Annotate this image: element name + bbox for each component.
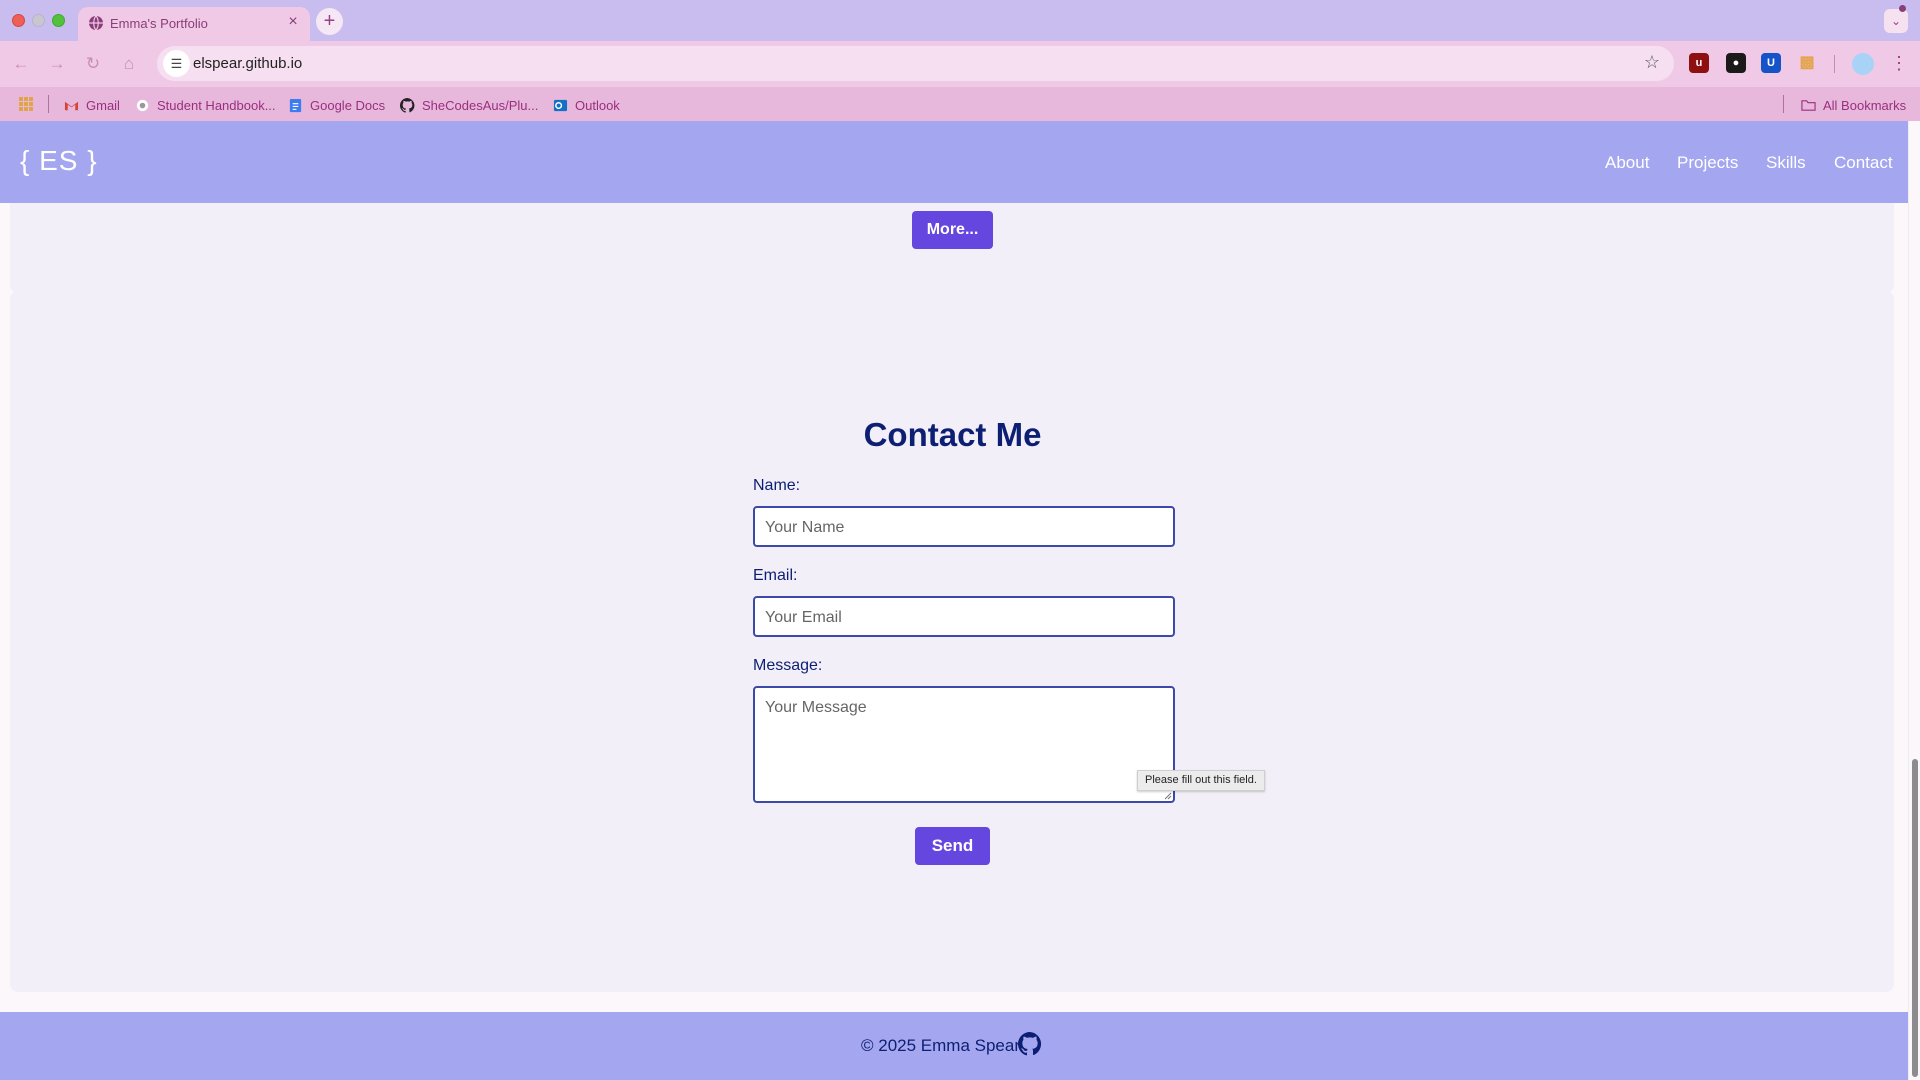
bitwarden-icon[interactable]: U	[1761, 53, 1781, 73]
validation-tooltip: Please fill out this field.	[1137, 770, 1265, 791]
bookmark-gmail[interactable]: Gmail	[64, 96, 120, 114]
site-settings-icon[interactable]: ☰	[163, 50, 190, 77]
nav-link-skills[interactable]: Skills	[1766, 153, 1806, 173]
page-scrollbar[interactable]	[1908, 121, 1920, 1080]
site-footer: © 2025 Emma Spear	[0, 1012, 1908, 1080]
reload-icon[interactable]: ↻	[82, 53, 104, 75]
all-bookmarks-label: All Bookmarks	[1823, 97, 1907, 113]
url-text[interactable]: elspear.github.io	[193, 55, 302, 72]
folder-icon	[1801, 99, 1816, 111]
forward-arrow-icon[interactable]: →	[46, 53, 68, 75]
scrollbar-thumb[interactable]	[1912, 759, 1918, 1077]
tab-close-icon[interactable]: ×	[284, 13, 302, 31]
name-input[interactable]: Your Name	[753, 506, 1175, 547]
tab-search-chevron-icon[interactable]: ⌄	[1884, 9, 1908, 33]
message-label: Message:	[753, 657, 823, 674]
bookmark-label: Outlook	[575, 97, 620, 113]
nav-link-projects[interactable]: Projects	[1677, 153, 1738, 173]
bookmark-star-icon[interactable]: ☆	[1644, 52, 1660, 73]
bookmark-outlook[interactable]: Outlook	[553, 96, 620, 114]
bookmarks-divider	[48, 95, 49, 113]
window-close-button[interactable]	[12, 14, 25, 27]
message-textarea[interactable]: Your Message	[753, 686, 1175, 803]
send-button[interactable]: Send	[915, 827, 990, 865]
new-tab-button[interactable]: +	[316, 8, 343, 35]
site-logo[interactable]: { ES }	[20, 145, 98, 177]
handbook-icon	[136, 99, 149, 111]
bookmarks-bar: Gmail Student Handbook... Google Docs Sh…	[0, 87, 1920, 121]
bookmark-label: SheCodesAus/Plu...	[422, 97, 539, 113]
github-icon	[400, 97, 415, 113]
window-maximize-button[interactable]	[52, 14, 65, 27]
google-docs-icon	[289, 98, 302, 112]
more-projects-button[interactable]: More...	[912, 211, 993, 249]
notification-dot	[1899, 5, 1906, 12]
browser-tab[interactable]: Emma's Portfolio ×	[78, 7, 310, 41]
bookmark-shecodes[interactable]: SheCodesAus/Plu...	[400, 96, 538, 114]
menu-kebab-icon[interactable]: ⋮	[1890, 52, 1908, 74]
back-arrow-icon[interactable]: ←	[10, 53, 32, 75]
bookmark-label: Gmail	[86, 97, 120, 113]
home-icon[interactable]: ⌂	[118, 53, 140, 75]
lock-extension-icon[interactable]: ●	[1726, 53, 1746, 73]
message-placeholder: Your Message	[765, 699, 867, 716]
tab-title: Emma's Portfolio	[110, 16, 208, 31]
puzzle-extensions-icon[interactable]: ▩	[1797, 53, 1817, 73]
contact-section-card	[10, 291, 1894, 992]
apps-grid-icon[interactable]	[18, 96, 34, 112]
globe-icon	[89, 15, 103, 31]
contact-title: Contact Me	[863, 416, 1042, 453]
browser-toolbar: ← → ↻ ⌂ ☰ elspear.github.io ☆ u ● U ▩ ⋮	[0, 41, 1920, 87]
site-navbar: { ES } About Projects Skills Contact	[0, 121, 1908, 203]
email-label: Email:	[753, 567, 798, 584]
copyright-text: © 2025 Emma Spear	[861, 1036, 1020, 1055]
browser-tab-bar: Emma's Portfolio × + ⌄	[0, 0, 1920, 41]
name-label: Name:	[753, 477, 801, 494]
ublock-origin-icon[interactable]: u	[1689, 53, 1709, 73]
nav-link-about[interactable]: About	[1605, 153, 1649, 173]
window-minimize-button[interactable]	[32, 14, 45, 27]
bookmarks-divider	[1783, 95, 1784, 113]
github-icon[interactable]	[1018, 1032, 1042, 1056]
bookmark-student-handbook[interactable]: Student Handbook...	[135, 96, 276, 114]
nav-link-contact[interactable]: Contact	[1834, 153, 1893, 173]
all-bookmarks-button[interactable]: All Bookmarks	[1801, 96, 1906, 114]
bookmark-label: Google Docs	[310, 97, 386, 113]
resize-handle-icon[interactable]	[1164, 792, 1172, 800]
address-bar[interactable]: ☰ elspear.github.io ☆	[157, 46, 1674, 81]
outlook-icon	[553, 99, 568, 111]
gmail-icon	[64, 101, 79, 110]
profile-avatar[interactable]	[1852, 53, 1874, 75]
bookmark-label: Student Handbook...	[157, 97, 276, 113]
toolbar-divider	[1834, 55, 1835, 73]
bookmark-google-docs[interactable]: Google Docs	[288, 96, 385, 114]
page-viewport: { ES } About Projects Skills Contact Mor…	[0, 121, 1908, 1080]
email-input[interactable]: Your Email	[753, 596, 1175, 637]
